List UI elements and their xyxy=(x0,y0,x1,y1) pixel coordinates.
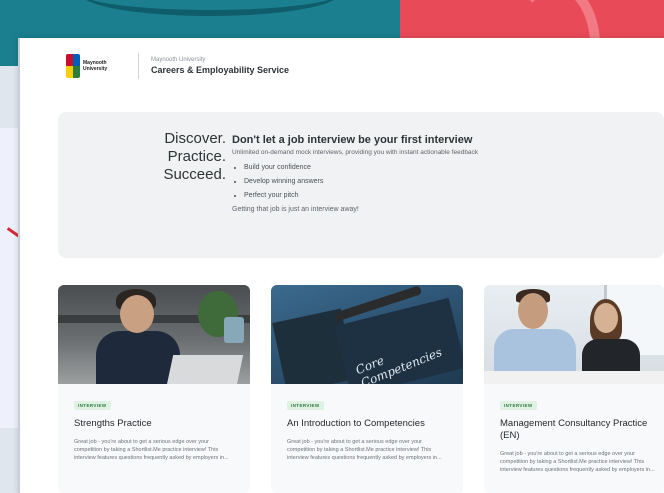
card-image-headset-person xyxy=(58,285,250,384)
card-title[interactable]: Strengths Practice xyxy=(74,418,234,430)
bullet-item: Perfect your pitch xyxy=(244,192,652,199)
hero-tagline: Discover. Practice. Succeed. xyxy=(120,130,226,184)
organization-name: Maynooth University Careers & Employabil… xyxy=(151,57,289,75)
card-body: INTERVIEW Strengths Practice Great job -… xyxy=(58,394,250,462)
interview-card-list: INTERVIEW Strengths Practice Great job -… xyxy=(58,285,664,493)
hero-footer-text: Getting that job is just an interview aw… xyxy=(232,206,359,213)
careers-page: Maynooth University Maynooth University … xyxy=(18,38,664,493)
card-title[interactable]: An Introduction to Competencies xyxy=(287,418,447,430)
card-image-office-meeting xyxy=(484,285,664,384)
tagline-practice: Practice. xyxy=(167,148,226,165)
hero-subtitle: Unlimited on-demand mock interviews, pro… xyxy=(232,149,479,156)
interview-card-strengths[interactable]: INTERVIEW Strengths Practice Great job -… xyxy=(58,285,250,493)
tagline-discover: Discover. xyxy=(164,130,226,147)
card-body: INTERVIEW Management Consultancy Practic… xyxy=(484,394,664,474)
hero-title: Don't let a job interview be your first … xyxy=(232,134,473,146)
interview-card-management-consultancy[interactable]: INTERVIEW Management Consultancy Practic… xyxy=(484,285,664,493)
hero-content: Don't let a job interview be your first … xyxy=(232,134,652,213)
university-logo[interactable]: Maynooth University xyxy=(66,52,128,80)
card-image-notebook: Core Competencies xyxy=(271,285,463,384)
logo-line-2: University xyxy=(83,66,108,72)
background-swoosh xyxy=(80,0,340,16)
interview-badge: INTERVIEW xyxy=(287,401,324,410)
interview-badge: INTERVIEW xyxy=(74,401,111,410)
bullet-item: Build your confidence xyxy=(244,164,652,171)
logo-wordmark: Maynooth University xyxy=(83,60,107,72)
header-divider xyxy=(138,53,139,79)
card-body: INTERVIEW An Introduction to Competencie… xyxy=(271,394,463,462)
card-description: Great job - you're about to get a seriou… xyxy=(287,439,442,461)
interview-badge: INTERVIEW xyxy=(500,401,537,410)
card-description: Great job - you're about to get a seriou… xyxy=(74,439,229,461)
bullet-item: Develop winning answers xyxy=(244,178,652,185)
hero-panel: Discover. Practice. Succeed. Don't let a… xyxy=(58,112,664,258)
hero-bullet-list: Build your confidence Develop winning an… xyxy=(232,164,652,199)
interview-card-competencies[interactable]: Core Competencies INTERVIEW An Introduct… xyxy=(271,285,463,493)
crest-icon xyxy=(66,54,80,78)
service-name: Careers & Employability Service xyxy=(151,65,290,75)
university-name: Maynooth University xyxy=(151,57,206,63)
site-header: Maynooth University Maynooth University … xyxy=(66,50,289,82)
tagline-succeed: Succeed. xyxy=(163,166,226,183)
card-title[interactable]: Management Consultancy Practice (EN) xyxy=(500,418,660,442)
card-description: Great job - you're about to get a seriou… xyxy=(500,451,655,473)
background-left-panel xyxy=(0,128,20,428)
